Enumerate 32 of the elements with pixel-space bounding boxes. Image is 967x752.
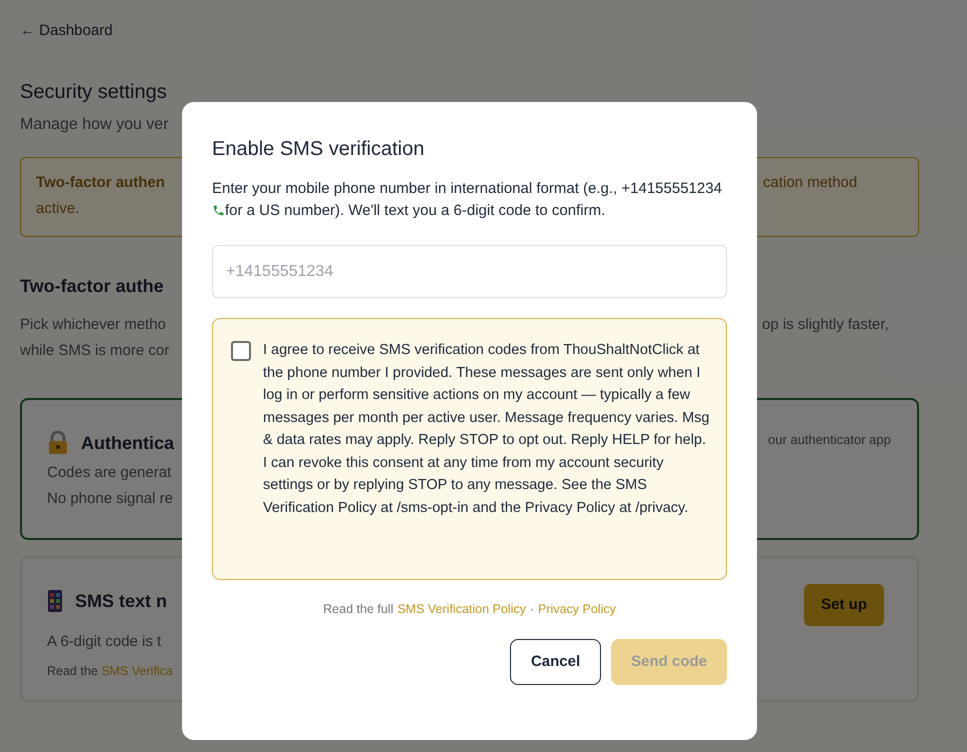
section-description: Pick whichever metho xyxy=(20,314,166,334)
setup-button[interactable]: Set up xyxy=(804,584,884,626)
section-description: op is slightly faster, xyxy=(762,314,890,334)
method-description: A 6-digit code is t xyxy=(47,632,162,652)
method-description: Codes are generat xyxy=(47,462,172,482)
page-title: Security settings xyxy=(20,80,167,104)
consent-text: I agree to receive SMS verification codes from ThouShaltNotClick at the phone number I provided. These messages are sent only when I log in or perform sensitive actions on my account — typically a few messages per month per active user. Message frequency varies. Msg & data rates may apply. Reply STOP to opt out. Reply HELP for help. I can revoke this consent at any time from my account security settings or by replying STOP to any message. See the SMS Verification Policy at /sms-opt-in and the Privacy Policy at /privacy. xyxy=(263,341,710,518)
phone-input-field[interactable]: +14155551234 xyxy=(212,245,727,298)
method-title: Authentica xyxy=(81,432,174,454)
separator-dot: · xyxy=(530,601,534,618)
method-footer-text: Read the xyxy=(47,664,99,678)
page-subtitle: Manage how you ver xyxy=(20,114,169,134)
method-description: No phone signal re xyxy=(47,488,173,508)
footer-text: Read the full xyxy=(323,601,394,618)
alert-text: active. xyxy=(36,199,80,219)
section-title: Two-factor authe xyxy=(20,274,164,298)
phone-icon xyxy=(212,204,225,217)
policy-link[interactable]: SMS Verifica xyxy=(101,664,173,678)
consent-checkbox[interactable] xyxy=(231,341,251,361)
policy-link[interactable]: SMS Verification Policy xyxy=(397,600,526,619)
alert-text: cation method xyxy=(763,172,858,192)
section-description: while SMS is more cor xyxy=(20,340,170,360)
padlock-icon xyxy=(47,431,69,455)
back-link[interactable]: ← Dashboard xyxy=(20,20,113,42)
alert-text: Two-factor authen xyxy=(36,172,165,192)
dialog-title: Enable SMS verification xyxy=(212,137,424,162)
mobile-phone-icon xyxy=(47,589,63,613)
dialog-description: Enter your mobile phone number in international format (e.g., +14155551234 for a US number). We'll text you a 6-digit code to confirm. xyxy=(212,179,723,221)
policy-link[interactable]: Privacy Policy xyxy=(538,600,616,619)
method-title: SMS text n xyxy=(75,590,168,612)
method-note: our authenticator app xyxy=(768,430,892,449)
cancel-button[interactable]: Cancel xyxy=(510,638,602,685)
